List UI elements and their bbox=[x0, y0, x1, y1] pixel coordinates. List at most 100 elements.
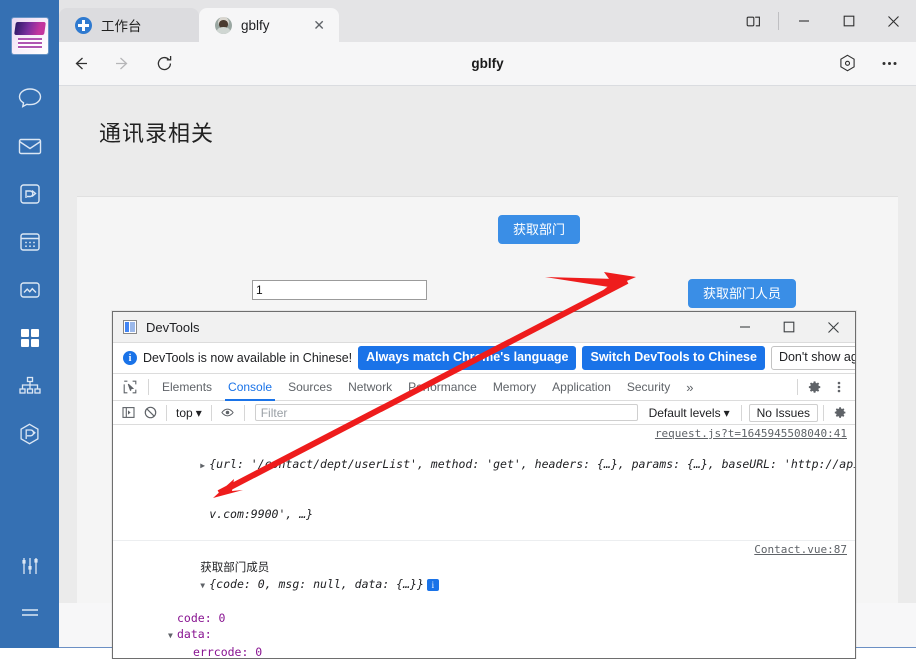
console-output[interactable]: request.js?t=1645945508040:41 {url: '/co… bbox=[113, 425, 855, 659]
back-button[interactable] bbox=[59, 42, 101, 85]
sidebar-item-org-chart[interactable] bbox=[10, 362, 50, 410]
issues-button[interactable]: No Issues bbox=[748, 403, 818, 422]
get-department-members-button[interactable]: 获取部门人员 bbox=[688, 279, 797, 308]
tab-console[interactable]: Console bbox=[220, 374, 280, 401]
close-button[interactable] bbox=[871, 0, 916, 42]
expand-triangle-icon[interactable] bbox=[200, 458, 209, 474]
more-options-button[interactable] bbox=[868, 42, 910, 85]
tab-label: 工作台 bbox=[101, 19, 142, 34]
org-chart-icon bbox=[17, 375, 43, 397]
log-line-1: {url: '/contact/dept/userList', method: … bbox=[209, 457, 855, 471]
collapse-triangle-icon[interactable] bbox=[200, 578, 209, 594]
sidebar-item-drive[interactable] bbox=[10, 266, 50, 314]
divider bbox=[823, 404, 824, 421]
divider bbox=[797, 379, 798, 395]
app-sidebar bbox=[0, 0, 59, 648]
devtools-maximize-button[interactable] bbox=[767, 312, 811, 343]
sidebar-item-docs[interactable] bbox=[10, 170, 50, 218]
tab-memory[interactable]: Memory bbox=[485, 374, 544, 401]
navbar-right-controls bbox=[826, 42, 916, 85]
tab-strip: 工作台 gblfy ✕ bbox=[59, 4, 339, 42]
chevron-down-icon: ▾ bbox=[195, 405, 202, 420]
object-tree: code: 0 data: errcode: 0 errmsg: "ok" us… bbox=[131, 610, 847, 659]
docs-icon bbox=[18, 182, 42, 206]
devtools-close-button[interactable] bbox=[811, 312, 855, 343]
log-label: 获取部门成员 bbox=[200, 562, 270, 574]
sidebar-item-mail[interactable] bbox=[10, 122, 50, 170]
log-levels-dropdown[interactable]: Default levels ▾ bbox=[643, 406, 736, 420]
browser-navbar: gblfy bbox=[59, 42, 916, 85]
banner-message: DevTools is now available in Chinese! bbox=[143, 351, 353, 365]
tab-workbench[interactable]: 工作台 bbox=[59, 8, 199, 42]
get-department-button[interactable]: 获取部门 bbox=[498, 215, 581, 244]
dont-show-again-button[interactable]: Don't show again bbox=[770, 346, 855, 370]
sidebar-item-settings[interactable] bbox=[10, 542, 50, 590]
reload-button[interactable] bbox=[143, 42, 185, 85]
log-source-link[interactable]: request.js?t=1645945508040:41 bbox=[655, 427, 847, 440]
console-log-request[interactable]: request.js?t=1645945508040:41 {url: '/co… bbox=[113, 425, 855, 541]
switch-to-chinese-button[interactable]: Switch DevTools to Chinese bbox=[582, 346, 765, 370]
tree-node: data: bbox=[177, 627, 212, 641]
devtools-panel-tabs: Elements Console Sources Network Perform… bbox=[113, 374, 855, 401]
console-log-response[interactable]: Contact.vue:87 获取部门成员 {code: 0, msg: nul… bbox=[113, 541, 855, 659]
log-summary: {code: 0, msg: null, data: {…}} bbox=[209, 577, 424, 591]
department-id-input[interactable] bbox=[252, 280, 427, 300]
devtools-minimize-button[interactable] bbox=[723, 312, 767, 343]
execution-context-selector[interactable]: top ▾ bbox=[172, 406, 206, 420]
devtools-more-menu-icon[interactable] bbox=[827, 374, 851, 401]
console-settings-gear-icon[interactable] bbox=[829, 402, 851, 424]
devtools-window-title: DevTools bbox=[146, 319, 200, 335]
window-controls bbox=[731, 0, 916, 42]
tab-elements[interactable]: Elements bbox=[154, 374, 220, 401]
maximize-button[interactable] bbox=[826, 0, 871, 42]
log-line-2: v.com:9900', …} bbox=[209, 507, 314, 521]
page-heading: 通讯录相关 bbox=[99, 121, 215, 146]
calendar-icon bbox=[18, 231, 42, 253]
console-filter-input[interactable]: Filter bbox=[254, 404, 638, 421]
divider bbox=[166, 404, 167, 421]
sidebar-item-chat[interactable] bbox=[10, 74, 50, 122]
language-banner: i DevTools is now available in Chinese! … bbox=[113, 343, 855, 374]
tab-application[interactable]: Application bbox=[544, 374, 619, 401]
console-sidebar-icon[interactable] bbox=[117, 402, 139, 424]
sidebar-item-workspace[interactable] bbox=[10, 410, 50, 458]
always-match-language-button[interactable]: Always match Chrome's language bbox=[358, 346, 577, 370]
tree-node: errcode: 0 bbox=[193, 645, 263, 659]
info-icon: i bbox=[123, 351, 137, 365]
tab-gblfy[interactable]: gblfy ✕ bbox=[199, 8, 339, 42]
minimize-button[interactable] bbox=[781, 0, 826, 42]
tab-security[interactable]: Security bbox=[619, 374, 678, 401]
tab-sources[interactable]: Sources bbox=[280, 374, 340, 401]
inspect-element-icon[interactable] bbox=[117, 374, 143, 401]
live-expression-icon[interactable] bbox=[217, 402, 239, 424]
split-screen-icon[interactable] bbox=[731, 0, 776, 42]
sidebar-item-menu[interactable] bbox=[10, 590, 50, 638]
drive-icon bbox=[18, 279, 42, 301]
page-title: gblfy bbox=[471, 56, 504, 71]
collections-icon[interactable] bbox=[826, 42, 868, 85]
user-photo-icon bbox=[215, 16, 232, 34]
collapse-triangle-icon[interactable] bbox=[168, 628, 177, 644]
close-icon[interactable]: ✕ bbox=[297, 18, 325, 32]
divider bbox=[778, 12, 779, 30]
mail-icon bbox=[17, 136, 43, 156]
menu-icon bbox=[18, 605, 42, 623]
wecom-logo-icon bbox=[75, 16, 92, 34]
tab-label: gblfy bbox=[241, 17, 270, 33]
sidebar-item-calendar[interactable] bbox=[10, 218, 50, 266]
sidebar-icon-list bbox=[10, 74, 50, 458]
chat-icon bbox=[17, 87, 43, 109]
devtools-logo-icon bbox=[123, 320, 137, 334]
clear-console-icon[interactable] bbox=[139, 402, 161, 424]
tab-performance[interactable]: Performance bbox=[400, 374, 485, 401]
divider bbox=[148, 379, 149, 395]
forward-button[interactable] bbox=[101, 42, 143, 85]
more-tabs-icon[interactable]: » bbox=[678, 380, 701, 395]
tab-network[interactable]: Network bbox=[340, 374, 400, 401]
workspace-icon bbox=[17, 422, 42, 447]
devtools-settings-gear-icon[interactable] bbox=[803, 374, 827, 401]
info-badge-icon: i bbox=[426, 578, 439, 591]
log-source-link[interactable]: Contact.vue:87 bbox=[754, 543, 847, 556]
avatar[interactable] bbox=[11, 18, 48, 54]
sidebar-item-apps[interactable] bbox=[10, 314, 50, 362]
